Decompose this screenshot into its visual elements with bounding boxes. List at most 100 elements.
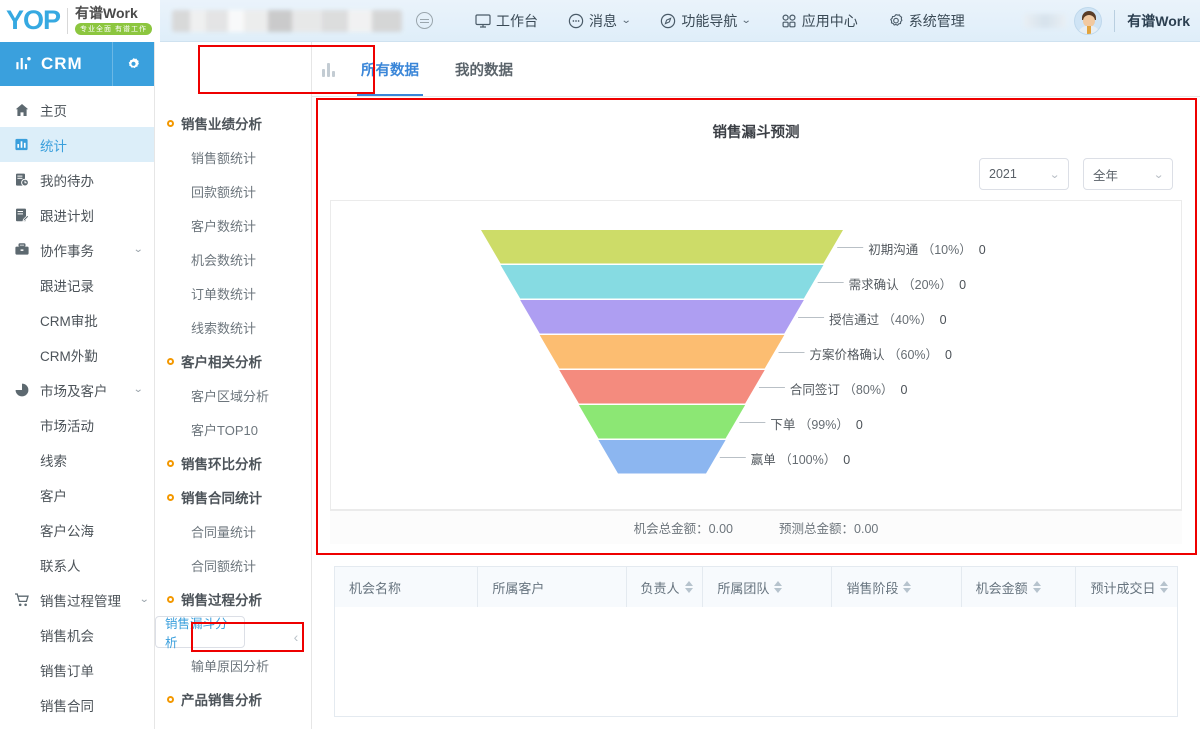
sidebar-item-market-customer[interactable]: 市场及客户 ⌄ — [0, 372, 154, 407]
menu2-item-customer-top10[interactable]: 客户TOP10 — [155, 412, 311, 446]
sidebar-item-collaboration[interactable]: 协作事务 ⌄ — [0, 232, 154, 267]
menu2-item-contract-volume[interactable]: 合同量统计 — [155, 514, 311, 548]
topnav-item-message[interactable]: 消息 ⌄ — [568, 11, 632, 31]
topnav-label-message: 消息 — [589, 12, 617, 29]
menu2-item-loss-reason-analysis[interactable]: 输单原因分析 — [155, 648, 311, 682]
apps-icon — [782, 13, 796, 27]
menu2-group-sales-mom[interactable]: 销售环比分析 — [155, 446, 311, 480]
sort-arrows-icon[interactable] — [684, 581, 693, 593]
table-header-label: 负责人 — [640, 580, 680, 596]
table-header-label: 预计成交日 — [1090, 580, 1156, 596]
sort-arrows-icon[interactable] — [1160, 581, 1169, 593]
sidebar-label-customers: 客户 — [40, 488, 67, 504]
sidebar-label-market-activity: 市场活动 — [40, 418, 94, 434]
table-header-label: 所属团队 — [717, 580, 770, 596]
sidebar-label-crm-approval: CRM审批 — [40, 313, 98, 329]
sidebar-item-my-todo[interactable]: 我的待办 — [0, 162, 154, 197]
table-header-cell: 所属客户 — [478, 567, 627, 607]
chart-bar-icon — [14, 137, 40, 152]
sidebar-item-customer-pool[interactable]: 客户公海 — [0, 512, 154, 547]
sidebar-item-market-activity[interactable]: 市场活动 — [0, 407, 154, 442]
topnav-item-app-center[interactable]: 应用中心 — [781, 11, 858, 31]
table-header-cell[interactable]: 销售阶段 — [832, 567, 962, 607]
logo-yop-text: YOP — [6, 5, 61, 35]
logo-chinese-sub: 专业全面 有谱工作 — [75, 23, 152, 35]
annotation-box-chart — [316, 98, 1197, 555]
sidebar-item-followup-plan[interactable]: 跟进计划 — [0, 197, 154, 232]
sidebar-item-statistics[interactable]: 统计 — [0, 127, 154, 162]
logo-chinese-block: 有谱Work 专业全面 有谱工作 — [75, 6, 152, 35]
top-right-area: 有谱Work — [1024, 6, 1200, 35]
sidebar-label-crm-fieldwork: CRM外勤 — [40, 348, 98, 364]
sidebar-item-sales-process[interactable]: 销售过程管理 ⌄ — [0, 582, 154, 617]
menu2-label-17: 产品销售分析 — [181, 693, 262, 708]
avatar[interactable] — [1074, 6, 1103, 35]
sidebar-item-customers[interactable]: 客户 — [0, 477, 154, 512]
annotation-box-menu-item — [191, 622, 304, 652]
bullet-icon — [167, 357, 174, 365]
menu2-item-customer-region[interactable]: 客户区域分析 — [155, 378, 311, 412]
search-input[interactable] — [172, 9, 402, 32]
table-header-cell[interactable]: 机会金额 — [962, 567, 1077, 607]
sort-arrows-icon[interactable] — [1032, 581, 1041, 593]
menu2-item-customer-count[interactable]: 客户数统计 — [155, 208, 311, 242]
menu2-item-payback-amount[interactable]: 回款额统计 — [155, 174, 311, 208]
sidebar-label-sales-opportunity: 销售机会 — [40, 628, 94, 644]
gear-icon — [128, 57, 139, 68]
topnav-label-function-nav: 功能导航 — [681, 12, 738, 29]
topnav-item-workbench[interactable]: 工作台 — [475, 11, 538, 31]
cart-icon — [14, 592, 40, 608]
sidebar-item-sales-order[interactable]: 销售订单 — [0, 652, 154, 687]
sidebar-label-sales-process: 销售过程管理 — [40, 593, 121, 609]
table-header-cell[interactable]: 所属团队 — [703, 567, 833, 607]
sidebar-item-sales-opportunity[interactable]: 销售机会 — [0, 617, 154, 652]
bullet-icon — [167, 119, 174, 127]
table-header-label: 所属客户 — [492, 580, 545, 596]
topnav-item-function-nav[interactable]: 功能导航 ⌄ — [660, 11, 752, 31]
menu2-item-order-count[interactable]: 订单数统计 — [155, 276, 311, 310]
tab-bar: 所有数据 我的数据 — [312, 42, 1200, 97]
topnav-label-system-admin: 系统管理 — [908, 12, 965, 29]
menu2-item-contract-amount[interactable]: 合同额统计 — [155, 548, 311, 582]
sidebar-item-leads[interactable]: 线索 — [0, 442, 154, 477]
table-header-cell[interactable]: 负责人 — [627, 567, 704, 607]
sidebar-item-followup-record[interactable]: 跟进记录 — [0, 267, 154, 302]
menu2-group-customer-analysis[interactable]: 客户相关分析 — [155, 344, 311, 378]
topnav-item-system-admin[interactable]: 系统管理 — [888, 11, 965, 31]
table-header-label: 机会金额 — [975, 580, 1028, 596]
sidebar-item-crm-approval[interactable]: CRM审批 — [0, 302, 154, 337]
menu2-label-10: 销售环比分析 — [181, 457, 262, 472]
sidebar-item-home[interactable]: 主页 — [0, 92, 154, 127]
table-header-cell[interactable]: 预计成交日 — [1076, 567, 1177, 607]
product-logo[interactable]: YOP 有谱Work 专业全面 有谱工作 — [0, 0, 160, 42]
sidebar-settings-button[interactable] — [112, 42, 154, 86]
avatar-tie — [1087, 25, 1092, 34]
menu2-item-sales-amount[interactable]: 销售额统计 — [155, 140, 311, 174]
menu2-label-6: 线索数统计 — [191, 320, 257, 336]
left-sidebar: CRM 主页 统计 我的待办 跟进计划 协作事务 ⌄ 跟进记录 CRM审批 CR… — [0, 42, 155, 729]
brand-right-label: 有谱Work — [1127, 12, 1190, 29]
sidebar-label-contacts: 联系人 — [40, 558, 81, 574]
menu2-group-product-sales-analysis[interactable]: 产品销售分析 — [155, 682, 311, 716]
chart-bar-icon — [16, 56, 31, 69]
menu2-label-14: 销售过程分析 — [181, 593, 262, 608]
menu2-label-7: 客户相关分析 — [181, 355, 262, 370]
menu2-item-opportunity-count[interactable]: 机会数统计 — [155, 242, 311, 276]
menu2-group-sales-performance[interactable]: 销售业绩分析 — [155, 106, 311, 140]
sidebar-app-header: CRM — [0, 42, 154, 86]
sidebar-item-contacts[interactable]: 联系人 — [0, 547, 154, 582]
sort-arrows-icon[interactable] — [903, 581, 912, 593]
menu2-label-3: 客户数统计 — [191, 218, 257, 234]
collapse-circle-icon[interactable] — [416, 12, 433, 29]
menu2-item-lead-count[interactable]: 线索数统计 — [155, 310, 311, 344]
sidebar-item-sales-contract[interactable]: 销售合同 — [0, 687, 154, 722]
table-header-label: 销售阶段 — [846, 580, 899, 596]
sidebar-item-crm-fieldwork[interactable]: CRM外勤 — [0, 337, 154, 372]
chevron-down-icon: ⌄ — [132, 244, 144, 255]
tab-my-data[interactable]: 我的数据 — [437, 42, 531, 96]
menu2-group-sales-contract-stats[interactable]: 销售合同统计 — [155, 480, 311, 514]
menu2-group-sales-process-analysis[interactable]: 销售过程分析 — [155, 582, 311, 616]
chevron-down-icon: ⌄ — [132, 384, 144, 395]
top-navigation: 工作台 消息 ⌄ 功能导航 ⌄ 应用中心 系统管理 — [475, 11, 965, 31]
sort-arrows-icon[interactable] — [774, 581, 783, 593]
